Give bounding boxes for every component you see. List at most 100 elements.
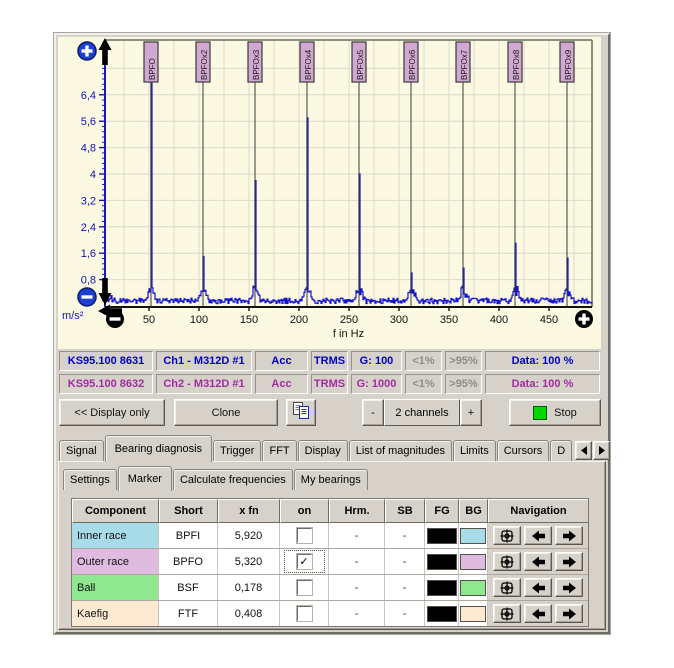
arrow-left-icon (531, 556, 545, 567)
header-navigation: Navigation (488, 499, 588, 523)
overrange-cell: >95% (445, 351, 482, 371)
nav-next-button[interactable] (555, 578, 583, 597)
hrm-cell[interactable]: - (329, 601, 385, 626)
hrm-cell[interactable]: - (329, 549, 385, 574)
navigation-cell (488, 523, 588, 548)
nav-center-button[interactable] (493, 578, 521, 597)
tab-marker[interactable]: Marker (117, 466, 172, 491)
overrange-cell: >95% (445, 374, 482, 394)
xfn-cell[interactable]: 0,408 (218, 601, 280, 626)
short-cell: FTF (159, 601, 218, 626)
svg-text:400: 400 (490, 314, 508, 326)
measurement-app-window: BPFO BPFOx2 BPFOx3 BPFOx4 BPFOx5 BPFOx6 BPFOx7… (53, 32, 611, 635)
bg-cell[interactable] (459, 601, 488, 626)
tab-scroll-left-button[interactable] (575, 441, 593, 460)
center-marker-icon (500, 607, 514, 620)
sb-cell[interactable]: - (385, 601, 425, 626)
tab-truncated[interactable]: D (550, 440, 573, 461)
on-checkbox[interactable] (283, 550, 325, 573)
bg-color-swatch[interactable] (460, 553, 486, 570)
xfn-cell[interactable]: 0,178 (218, 575, 280, 600)
y-zoom-in-button[interactable] (77, 41, 97, 61)
header-bg: BG (459, 499, 488, 523)
fg-color-swatch[interactable] (426, 527, 457, 544)
tab-scroll-left-icon (580, 446, 587, 455)
bg-cell[interactable] (459, 523, 488, 548)
pan-up-icon[interactable] (98, 38, 112, 65)
on-checkbox[interactable] (285, 577, 324, 598)
header-component: Component (72, 499, 159, 523)
y-zoom-out-button[interactable] (77, 287, 97, 307)
nav-center-button[interactable] (493, 604, 521, 623)
bg-color-swatch[interactable] (460, 527, 486, 544)
tab-settings[interactable]: Settings (63, 469, 117, 490)
clone-button[interactable]: Clone (174, 399, 278, 426)
tab-calculate-frequencies[interactable]: Calculate frequencies (172, 469, 293, 490)
svg-text:2,4: 2,4 (81, 222, 96, 234)
nav-center-button[interactable] (493, 552, 521, 571)
header-sb: SB (385, 499, 425, 523)
svg-text:BPFOx9: BPFOx9 (564, 49, 573, 80)
tab-cursors[interactable]: Cursors (496, 440, 550, 461)
table-row-inner-race: Inner race BPFI 5,920 - - (72, 523, 588, 548)
channel-plus-button[interactable]: + (460, 399, 482, 426)
tab-display[interactable]: Display (297, 440, 348, 461)
checkbox-box (296, 606, 312, 621)
fg-cell[interactable] (425, 523, 459, 548)
x-zoom-in-button[interactable] (575, 310, 593, 328)
arrow-right-icon (562, 582, 576, 593)
svg-text:150: 150 (240, 314, 258, 326)
channel-minus-button[interactable]: - (362, 399, 384, 426)
nav-next-button[interactable] (555, 552, 583, 571)
channel-count-label: 2 channels (384, 399, 460, 426)
nav-prev-button[interactable] (524, 578, 552, 597)
bg-color-swatch[interactable] (460, 579, 486, 596)
sb-cell[interactable]: - (385, 523, 425, 548)
tab-trigger[interactable]: Trigger (213, 440, 262, 461)
svg-text:5,6: 5,6 (81, 116, 96, 128)
fg-cell[interactable] (425, 601, 459, 626)
short-cell: BSF (159, 575, 218, 600)
bg-cell[interactable] (459, 549, 488, 574)
arrow-left-icon (531, 530, 545, 541)
fg-cell[interactable] (425, 575, 459, 600)
copy-button[interactable] (286, 399, 316, 426)
nav-prev-button[interactable] (524, 604, 552, 623)
nav-next-button[interactable] (555, 604, 583, 623)
fg-color-swatch[interactable] (426, 605, 457, 622)
xfn-cell[interactable]: 5,920 (218, 523, 280, 548)
hrm-cell[interactable]: - (329, 523, 385, 548)
underrange-cell: <1% (405, 351, 442, 371)
fg-color-swatch[interactable] (426, 553, 457, 570)
tab-limits[interactable]: Limits (453, 440, 496, 461)
on-checkbox[interactable] (285, 603, 324, 624)
navigation-cell (488, 575, 588, 600)
tab-my-bearings[interactable]: My bearings (293, 469, 368, 490)
header-fg: FG (425, 499, 459, 523)
tab-fft[interactable]: FFT (262, 440, 297, 461)
on-checkbox[interactable] (285, 525, 324, 546)
sb-cell[interactable]: - (385, 549, 425, 574)
fg-color-swatch[interactable] (426, 579, 457, 596)
tab-signal[interactable]: Signal (59, 440, 104, 461)
stop-button[interactable]: Stop (509, 399, 601, 426)
bg-color-swatch[interactable] (460, 605, 486, 622)
sb-cell[interactable]: - (385, 575, 425, 600)
display-only-button[interactable]: << Display only (59, 399, 165, 426)
hrm-cell[interactable]: - (329, 575, 385, 600)
bg-cell[interactable] (459, 575, 488, 600)
tab-scroll-right-button[interactable] (593, 441, 611, 460)
checkbox-box (296, 528, 312, 543)
nav-prev-button[interactable] (524, 526, 552, 545)
fg-cell[interactable] (425, 549, 459, 574)
nav-prev-button[interactable] (524, 552, 552, 571)
tab-bearing-diagnosis[interactable]: Bearing diagnosis (104, 435, 213, 462)
xfn-cell[interactable]: 5,320 (218, 549, 280, 574)
spectrum-chart[interactable]: BPFO BPFOx2 BPFOx3 BPFOx4 BPFOx5 BPFOx6 BPFOx7… (58, 37, 601, 349)
short-cell: BPFO (159, 549, 218, 574)
nav-center-button[interactable] (493, 526, 521, 545)
tab-list-of-magnitudes[interactable]: List of magnitudes (348, 440, 452, 461)
svg-text:350: 350 (440, 314, 458, 326)
nav-next-button[interactable] (555, 526, 583, 545)
svg-text:BPFOx7: BPFOx7 (460, 49, 469, 80)
